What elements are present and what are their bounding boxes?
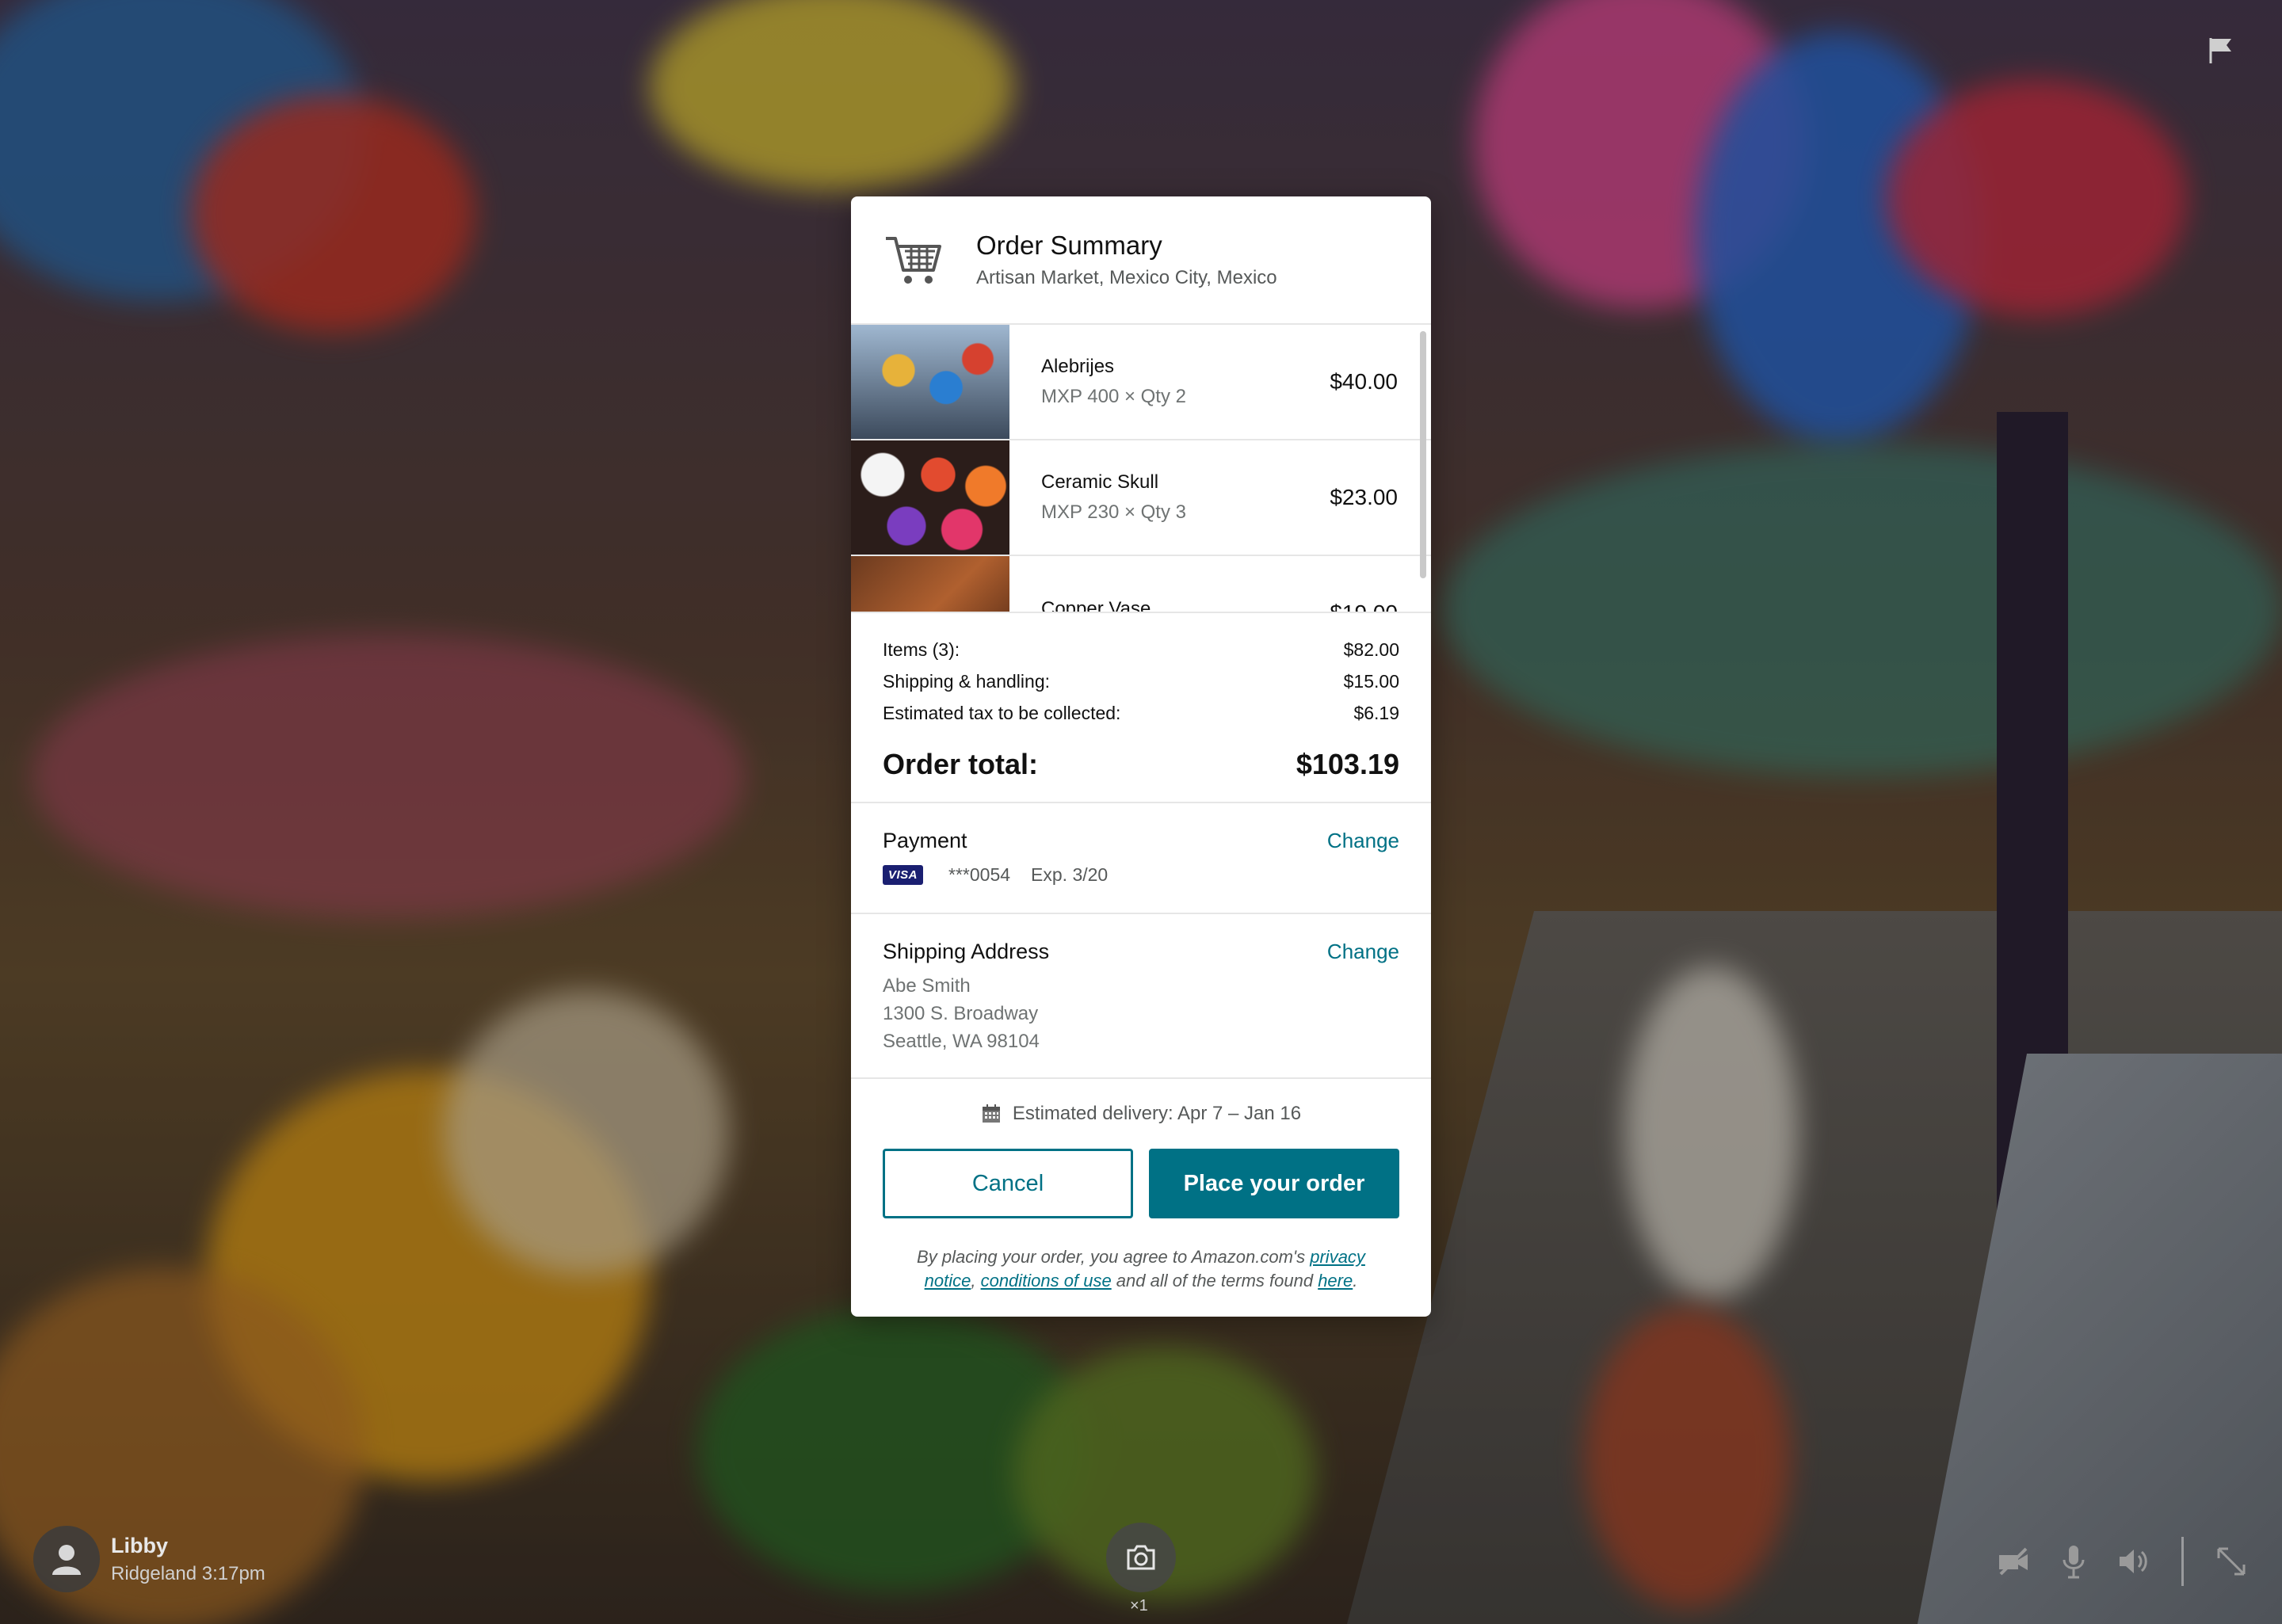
estimated-delivery: Estimated delivery: Apr 7 – Jan 16 <box>851 1103 1431 1125</box>
item-name: Alebrijes <box>1041 356 1115 377</box>
card-number: ***0054 <box>948 864 1011 885</box>
user-info: Libby Ridgeland 3:17pm <box>33 1526 265 1592</box>
change-address-link[interactable]: Change <box>1327 940 1399 964</box>
cancel-button[interactable]: Cancel <box>883 1149 1133 1218</box>
address-name: Abe Smith <box>883 975 971 997</box>
cart-items-list[interactable]: Alebrijes MXP 400 × Qty 2 $40.00 Ceramic… <box>851 325 1431 613</box>
items-scrollbar[interactable] <box>1420 331 1426 578</box>
items-count-label: Items (3): <box>883 639 960 660</box>
order-totals: Items (3): $82.00 Shipping & handling: $… <box>851 613 1431 803</box>
shipping-section: Shipping Address Change Abe Smith 1300 S… <box>851 914 1431 1079</box>
camera-count: ×1 <box>1130 1597 1148 1614</box>
shipping-value: $15.00 <box>1343 671 1399 692</box>
items-subtotal-value: $82.00 <box>1343 639 1399 660</box>
user-name: Libby <box>111 1533 168 1557</box>
location-subtitle: Artisan Market, Mexico City, Mexico <box>976 267 1277 288</box>
shopping-cart-icon <box>886 237 941 284</box>
expand-icon[interactable] <box>2212 1542 2250 1580</box>
payment-section: Payment Change VISA ***0054 Exp. 3/20 <box>851 803 1431 914</box>
tax-value: $6.19 <box>1353 703 1399 723</box>
page-title: Order Summary <box>976 231 1162 260</box>
tax-label: Estimated tax to be collected: <box>883 703 1121 723</box>
avatar[interactable] <box>33 1526 100 1592</box>
order-summary-header: Order Summary Artisan Market, Mexico Cit… <box>851 196 1431 325</box>
item-detail: MXP 230 × Qty 3 <box>1041 501 1186 523</box>
card-expiry: Exp. 3/20 <box>1031 864 1109 885</box>
item-price: $40.00 <box>1330 369 1398 394</box>
item-thumbnail <box>851 440 1009 555</box>
user-icon <box>52 1545 81 1575</box>
item-name: Copper Vase <box>1041 598 1151 613</box>
legal-disclaimer: By placing your order, you agree to Amaz… <box>851 1245 1431 1293</box>
shipping-label: Shipping & handling: <box>883 671 1050 692</box>
item-name: Ceramic Skull <box>1041 471 1159 493</box>
order-actions: Cancel Place your order <box>851 1149 1431 1218</box>
list-item: Ceramic Skull MXP 230 × Qty 3 $23.00 <box>851 440 1431 556</box>
microphone-icon[interactable] <box>2055 1542 2093 1580</box>
list-item: Alebrijes MXP 400 × Qty 2 $40.00 <box>851 325 1431 440</box>
place-order-button[interactable]: Place your order <box>1149 1149 1399 1218</box>
video-off-icon[interactable] <box>1994 1542 2032 1580</box>
conditions-of-use-link[interactable]: conditions of use <box>981 1271 1112 1290</box>
camera-button[interactable] <box>1106 1523 1176 1592</box>
order-total-label: Order total: <box>883 748 1039 780</box>
change-payment-link[interactable]: Change <box>1327 829 1399 853</box>
item-price: $19.00 <box>1330 600 1398 613</box>
shipping-title: Shipping Address <box>883 940 1050 963</box>
legal-middle: and all of the terms found <box>1111 1271 1318 1290</box>
legal-sep: , <box>971 1271 981 1290</box>
flag-icon[interactable] <box>2206 35 2238 67</box>
item-price: $23.00 <box>1330 485 1398 509</box>
address-street: 1300 S. Broadway <box>883 1003 1039 1024</box>
calendar-icon <box>982 1104 1000 1123</box>
list-item: Copper Vase $19.00 <box>851 556 1431 613</box>
media-controls <box>1972 1537 2250 1586</box>
terms-here-link[interactable]: here <box>1318 1271 1353 1290</box>
controls-divider <box>2181 1537 2184 1586</box>
address-city: Seattle, WA 98104 <box>883 1031 1040 1052</box>
speaker-icon[interactable] <box>2115 1542 2153 1580</box>
user-location-time: Ridgeland 3:17pm <box>111 1562 265 1584</box>
item-thumbnail <box>851 325 1009 439</box>
camera-icon <box>1127 1545 1155 1570</box>
delivery-text: Estimated delivery: Apr 7 – Jan 16 <box>1012 1103 1302 1124</box>
item-detail: MXP 400 × Qty 2 <box>1041 386 1186 407</box>
payment-title: Payment <box>883 829 967 852</box>
visa-card-icon: VISA <box>883 865 924 885</box>
item-thumbnail <box>851 556 1009 612</box>
legal-suffix: . <box>1353 1271 1358 1290</box>
order-total-value: $103.19 <box>1296 748 1399 780</box>
legal-prefix: By placing your order, you agree to Amaz… <box>917 1247 1311 1267</box>
order-summary-card: Order Summary Artisan Market, Mexico Cit… <box>851 196 1431 1317</box>
